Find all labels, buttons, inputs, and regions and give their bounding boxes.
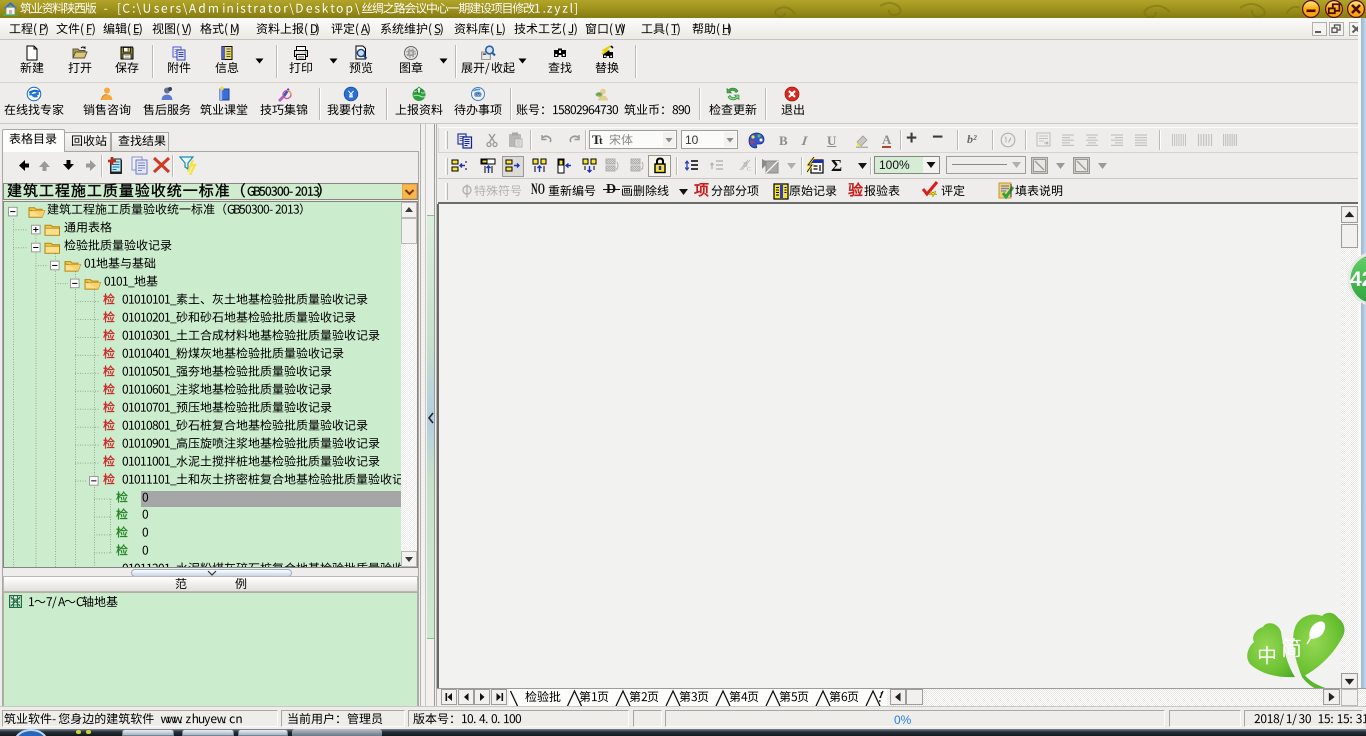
svg-text:C: C (747, 167, 751, 173)
svg-text:DVD: DVD (475, 93, 482, 97)
svg-text:42: 42 (1350, 268, 1366, 291)
